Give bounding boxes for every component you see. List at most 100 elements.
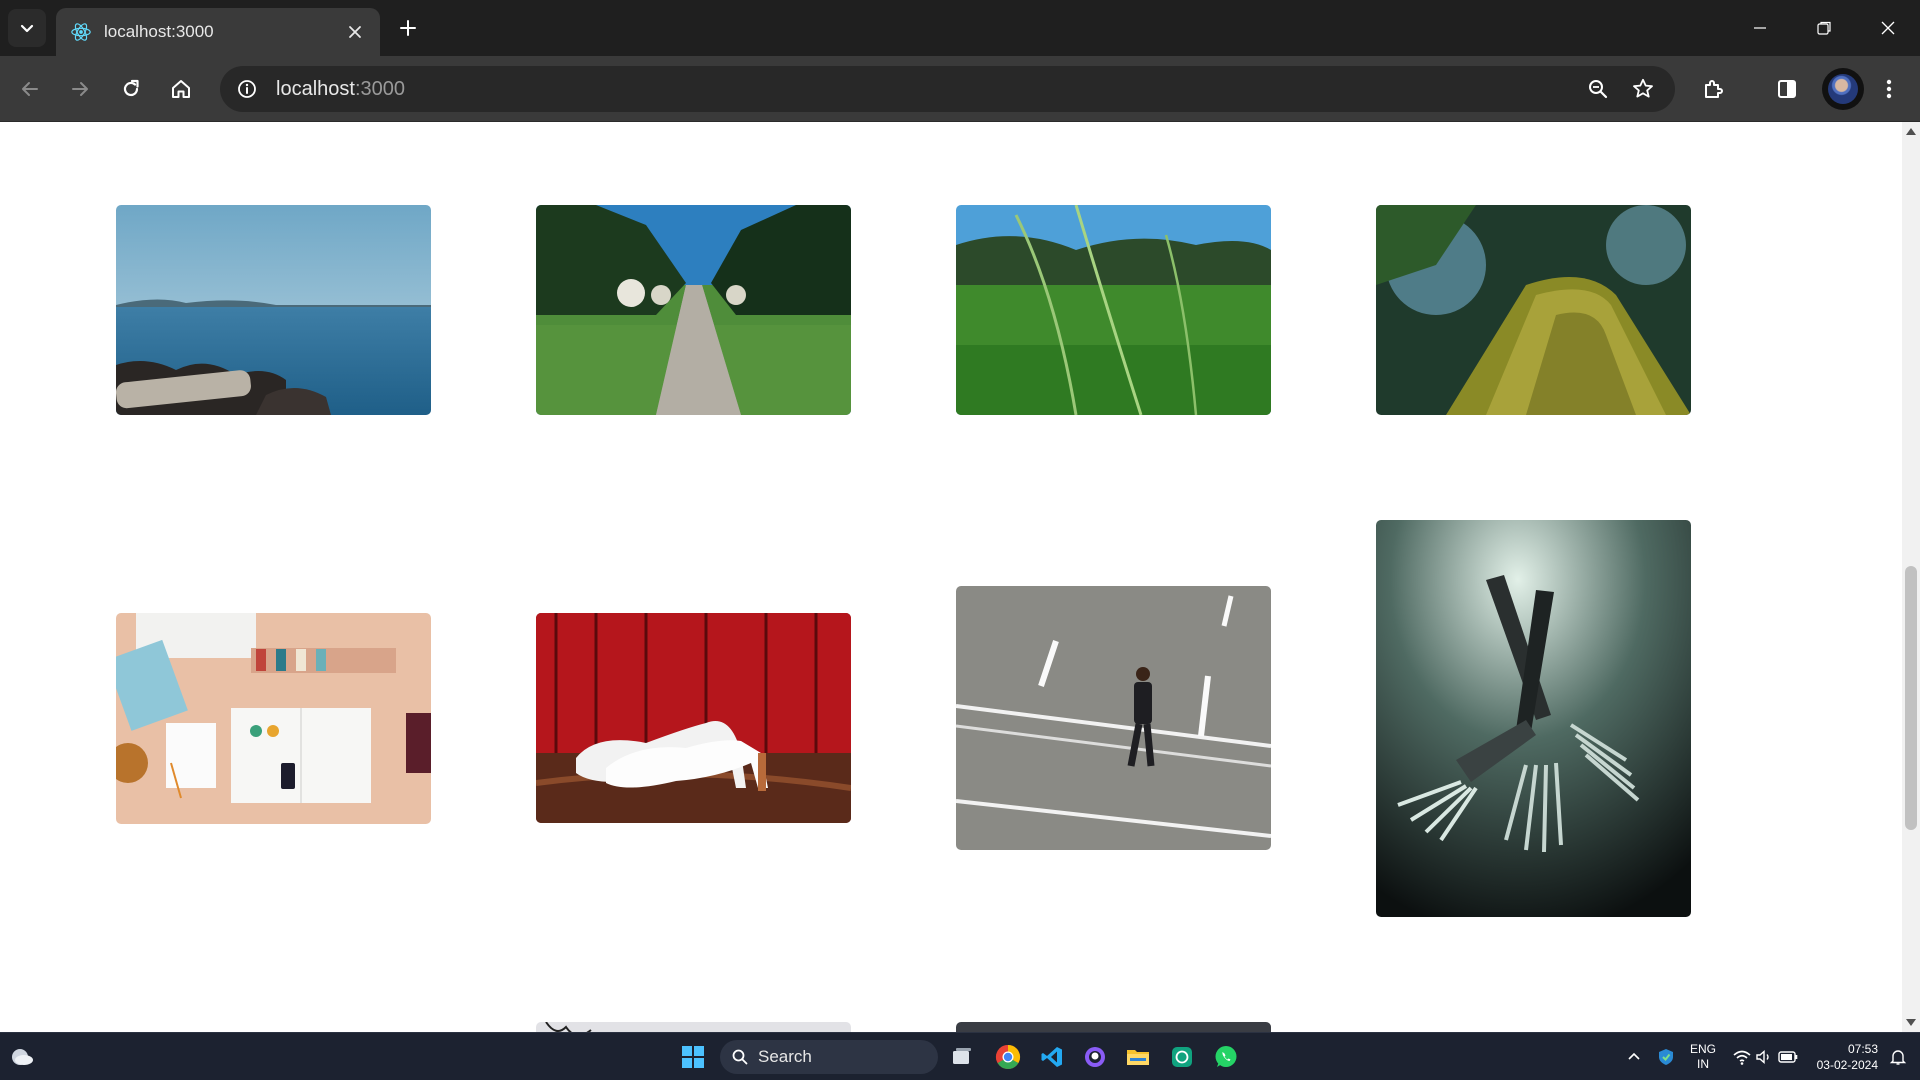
defender-tray-button[interactable] (1648, 1039, 1684, 1075)
desk-flatlay-photo[interactable] (116, 613, 431, 824)
address-bar[interactable]: localhost:3000 (220, 66, 1675, 112)
scroll-up-arrow-icon[interactable] (1906, 128, 1916, 135)
chrome-icon (995, 1045, 1021, 1070)
partial-image-bottom-left (536, 1022, 851, 1032)
forest-path-image (536, 205, 851, 415)
chrome-taskbar-button[interactable] (990, 1039, 1026, 1075)
partial-image-bottom-right (956, 1022, 1271, 1032)
partial-photo-bottom-left[interactable] (536, 1022, 851, 1032)
task-view-icon (953, 1048, 971, 1064)
windows-taskbar: Search ENG IN 07:53 03-02-2024 (0, 1032, 1920, 1080)
puzzle-icon (1705, 80, 1723, 98)
browser-toolbar: localhost:3000 (0, 56, 1920, 122)
task-view-button[interactable] (944, 1039, 980, 1075)
more-vertical-icon (1886, 79, 1892, 99)
chevron-up-icon (1628, 1052, 1640, 1060)
vscode-icon (1041, 1047, 1062, 1067)
browser-menu-button[interactable] (1871, 71, 1907, 107)
forks-image (1376, 520, 1691, 917)
close-window-button[interactable] (1856, 0, 1920, 56)
arrow-right-icon (72, 82, 88, 96)
white-heels-image (536, 613, 851, 823)
chatgpt-icon (1172, 1047, 1192, 1067)
url-host: localhost (276, 77, 355, 100)
chevron-down-icon (20, 24, 34, 33)
extensions-button[interactable] (1696, 71, 1732, 107)
new-tab-button[interactable] (392, 12, 424, 44)
desk-flatlay-image (116, 613, 431, 824)
bookmark-button[interactable] (1627, 73, 1659, 105)
tab-search-button[interactable] (8, 9, 46, 47)
bell-icon (1889, 1050, 1907, 1065)
reload-button[interactable] (113, 71, 149, 107)
taskbar-search[interactable]: Search (720, 1040, 938, 1074)
close-icon (349, 26, 361, 38)
partial-photo-bottom-right[interactable] (956, 1022, 1271, 1032)
vertical-scrollbar[interactable] (1902, 122, 1920, 1032)
grass-field-image (956, 205, 1271, 415)
close-tab-button[interactable] (344, 21, 366, 43)
avatar (1828, 74, 1858, 104)
folder-icon (1127, 1050, 1149, 1065)
github-desktop-icon (1085, 1047, 1105, 1067)
restore-icon (1817, 21, 1831, 35)
minimize-button[interactable] (1728, 0, 1792, 56)
minimize-icon (1754, 27, 1766, 29)
forest-path-photo[interactable] (536, 205, 851, 415)
zoom-button[interactable] (1582, 73, 1614, 105)
file-explorer-taskbar-button[interactable] (1120, 1039, 1156, 1075)
show-hidden-icons-button[interactable] (1616, 1039, 1652, 1075)
language-region: IN (1697, 1057, 1709, 1071)
side-panel-icon (1778, 80, 1796, 98)
home-icon (172, 80, 190, 98)
scrollbar-thumb[interactable] (1905, 566, 1917, 830)
page-viewport (0, 122, 1902, 1032)
language-indicator[interactable]: ENG IN (1690, 1042, 1716, 1072)
site-info-button[interactable] (232, 74, 262, 104)
scroll-down-arrow-icon[interactable] (1906, 1019, 1916, 1026)
whatsapp-taskbar-button[interactable] (1208, 1039, 1244, 1075)
mossy-tree-image (1376, 205, 1691, 415)
whatsapp-icon (1215, 1046, 1237, 1067)
info-icon (238, 80, 256, 98)
forward-button[interactable] (62, 71, 98, 107)
taskbar-clock[interactable]: 07:53 03-02-2024 (1800, 1041, 1878, 1073)
arrow-left-icon (22, 82, 38, 96)
chatgpt-taskbar-button[interactable] (1164, 1039, 1200, 1075)
url-text: localhost:3000 (276, 78, 405, 101)
zoom-out-icon (1589, 80, 1608, 99)
lake-shore-photo[interactable] (116, 205, 431, 415)
start-button[interactable] (675, 1039, 711, 1075)
man-walking-road-image (956, 586, 1271, 850)
reload-icon (123, 79, 139, 97)
back-button[interactable] (12, 71, 48, 107)
man-walking-road-photo[interactable] (956, 586, 1271, 850)
url-port: :3000 (354, 77, 405, 100)
mossy-tree-photo[interactable] (1376, 205, 1691, 415)
github-desktop-taskbar-button[interactable] (1077, 1039, 1113, 1075)
windows-logo-icon (682, 1046, 704, 1068)
grass-field-photo[interactable] (956, 205, 1271, 415)
tab-title: localhost:3000 (104, 22, 214, 41)
lake-shore-image (116, 205, 431, 415)
profile-avatar-button[interactable] (1822, 68, 1864, 110)
battery-icon (1778, 1051, 1798, 1063)
weather-cloud-icon (12, 1049, 33, 1065)
home-button[interactable] (163, 71, 199, 107)
plus-icon (400, 20, 416, 36)
side-panel-button[interactable] (1769, 71, 1805, 107)
active-tab[interactable]: localhost:3000 (56, 8, 380, 56)
white-heels-photo[interactable] (536, 613, 851, 823)
forks-photo[interactable] (1376, 520, 1691, 917)
react-logo-icon (71, 23, 91, 41)
close-icon (1881, 21, 1895, 35)
clock-time: 07:53 (1847, 1042, 1878, 1056)
language-code: ENG (1690, 1042, 1717, 1056)
search-icon (732, 1049, 748, 1065)
browser-tab-strip: localhost:3000 (0, 0, 1920, 56)
restore-button[interactable] (1792, 0, 1856, 56)
clock-date: 03-02-2024 (1816, 1058, 1878, 1072)
widgets-button[interactable] (4, 1039, 40, 1075)
vscode-taskbar-button[interactable] (1034, 1039, 1070, 1075)
notifications-button[interactable] (1880, 1039, 1916, 1075)
